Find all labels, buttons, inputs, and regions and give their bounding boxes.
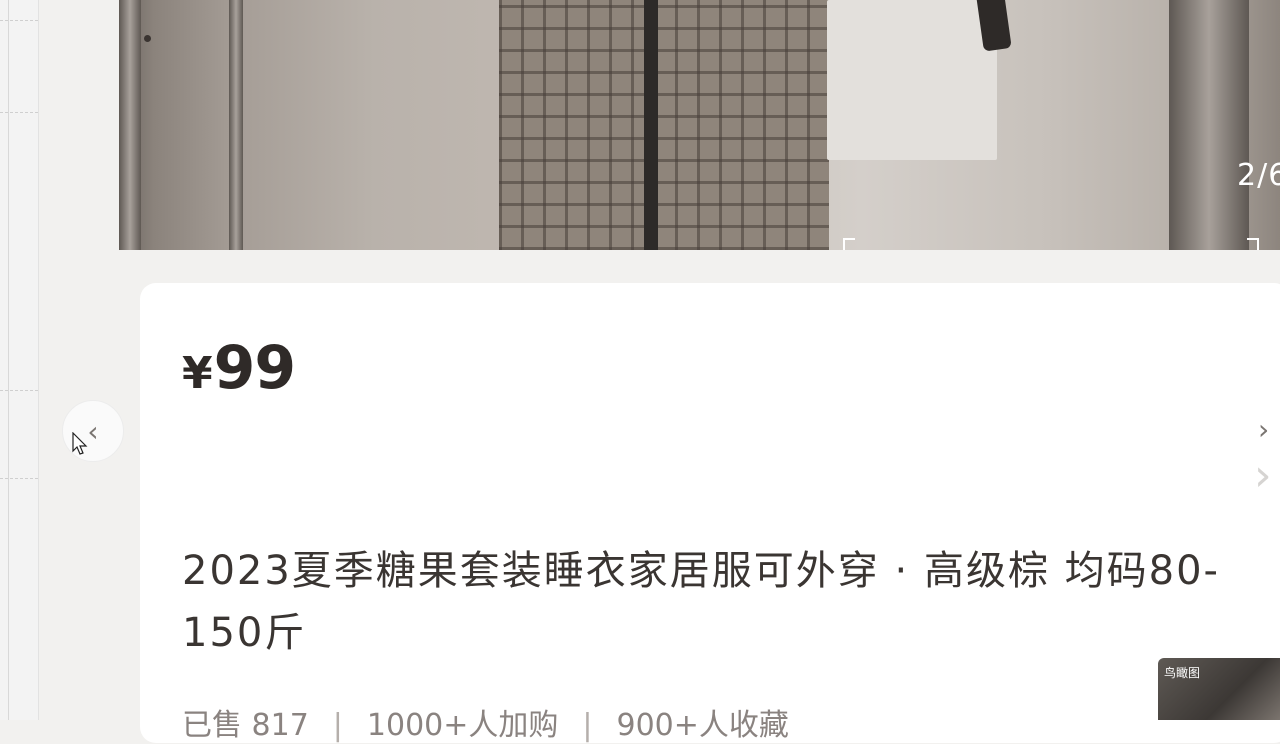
stats-divider: | bbox=[582, 708, 593, 743]
left-divider bbox=[0, 390, 38, 391]
photo-corner-marker bbox=[1247, 238, 1259, 250]
photo-corner-marker bbox=[843, 238, 855, 250]
left-page-edge bbox=[0, 0, 39, 720]
thumbnail-label: 鸟瞰图 bbox=[1164, 666, 1201, 680]
left-page-border bbox=[0, 0, 9, 720]
product-title: 2023夏季糖果套装睡衣家居服可外穿 · 高级棕 均码80-150斤 bbox=[182, 548, 1220, 656]
left-divider bbox=[0, 20, 38, 21]
product-stats: 已售 817 | 1000+人加购 | 900+人收藏 bbox=[182, 700, 789, 744]
photo-pajama-pattern bbox=[499, 0, 829, 250]
price-value: 99 bbox=[213, 333, 296, 403]
next-button[interactable]: › bbox=[1254, 450, 1272, 501]
minimap-thumbnail[interactable]: 鸟瞰图 bbox=[1158, 658, 1280, 720]
photo-pole-left bbox=[119, 0, 141, 250]
sold-count: 已售 817 bbox=[182, 708, 309, 743]
product-price: ¥99 bbox=[182, 333, 296, 403]
product-info-card bbox=[140, 283, 1280, 743]
favorites-count: 900+人收藏 bbox=[616, 708, 789, 743]
photo-pajama-seam bbox=[644, 0, 658, 250]
stats-divider: | bbox=[332, 708, 343, 743]
currency-symbol: ¥ bbox=[182, 348, 213, 399]
image-counter: 2/6 bbox=[1237, 158, 1280, 193]
cart-count: 1000+人加购 bbox=[366, 708, 559, 743]
mouse-cursor-icon bbox=[72, 432, 88, 455]
left-divider bbox=[0, 478, 38, 479]
photo-pole bbox=[229, 0, 243, 250]
photo-towel bbox=[827, 0, 997, 160]
left-divider bbox=[0, 112, 38, 113]
photo-pole-right bbox=[1169, 0, 1249, 250]
photo-detail bbox=[144, 35, 151, 42]
chevron-right-icon[interactable]: › bbox=[1258, 413, 1269, 446]
chevron-left-icon: ‹ bbox=[87, 414, 99, 448]
product-photo[interactable] bbox=[119, 0, 1280, 250]
